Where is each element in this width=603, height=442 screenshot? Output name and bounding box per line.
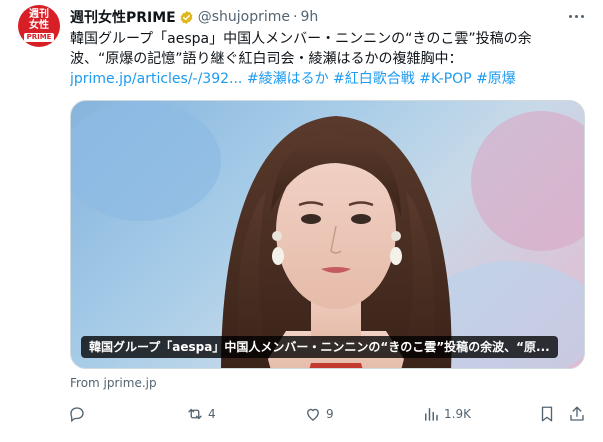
reply-button[interactable]	[68, 400, 90, 428]
hashtag-3[interactable]: #K-POP	[419, 71, 471, 87]
hashtag-4[interactable]: #原爆	[476, 71, 516, 87]
verified-icon[interactable]	[179, 10, 194, 25]
display-name[interactable]: 週刊女性PRIME	[70, 7, 176, 27]
tweet-text-line-2: 波、“原爆の記憶”語り継ぐ紅白司会・綾瀬はるかの複雑胸中：	[70, 51, 463, 67]
reply-icon	[70, 407, 84, 423]
retweet-icon	[188, 408, 202, 420]
bookmark-button[interactable]	[538, 400, 556, 428]
portrait-photo	[71, 101, 584, 368]
like-count: 9	[326, 407, 334, 421]
link-card-image[interactable]: 韓国グループ「aespa」中国人メンバー・ニンニンの“きのこ雲”投稿の余波、“原…	[70, 100, 585, 369]
retweet-count: 4	[208, 407, 216, 421]
card-source[interactable]: From jprime.jp	[70, 376, 157, 390]
views-count: 1.9K	[444, 407, 471, 421]
action-bar: 4 9 1.9K	[60, 400, 590, 428]
separator: ·	[293, 9, 298, 25]
more-icon[interactable]	[563, 6, 589, 26]
views-icon	[425, 408, 438, 421]
avatar-text-3: PRIME	[23, 33, 55, 42]
avatar[interactable]: 週刊 女性 PRIME	[18, 5, 60, 47]
card-caption: 韓国グループ「aespa」中国人メンバー・ニンニンの“きのこ雲”投稿の余波、“原…	[81, 336, 558, 358]
avatar-text-2: 女性	[29, 20, 49, 31]
handle[interactable]: @shujoprime	[198, 9, 290, 25]
hashtag-1[interactable]: #綾瀬はるか	[247, 71, 329, 87]
tweet-text: 韓国グループ「aespa」中国人メンバー・ニンニンの“きのこ雲”投稿の余 波、“…	[70, 29, 590, 89]
views-button[interactable]: 1.9K	[422, 400, 471, 428]
tweet-links-line: jprime.jp/articles/-/392... #綾瀬はるか #紅白歌合…	[70, 69, 590, 89]
retweet-button[interactable]: 4	[186, 400, 216, 428]
article-link[interactable]: jprime.jp/articles/-/392...	[70, 71, 242, 87]
like-icon	[307, 408, 319, 421]
avatar-text-1: 週刊	[29, 9, 49, 20]
tweet-text-line-1: 韓国グループ「aespa」中国人メンバー・ニンニンの“きのこ雲”投稿の余	[70, 31, 532, 47]
tweet-header: 週刊女性PRIME @shujoprime · 9h	[70, 8, 318, 26]
bookmark-icon	[541, 406, 553, 422]
like-button[interactable]: 9	[304, 400, 334, 428]
timestamp[interactable]: 9h	[300, 9, 318, 25]
share-icon	[570, 406, 584, 421]
hashtag-2[interactable]: #紅白歌合戦	[333, 71, 415, 87]
tweet-card[interactable]: 週刊 女性 PRIME 週刊女性PRIME @shujoprime · 9h 韓…	[0, 0, 603, 442]
share-button[interactable]	[568, 400, 586, 428]
